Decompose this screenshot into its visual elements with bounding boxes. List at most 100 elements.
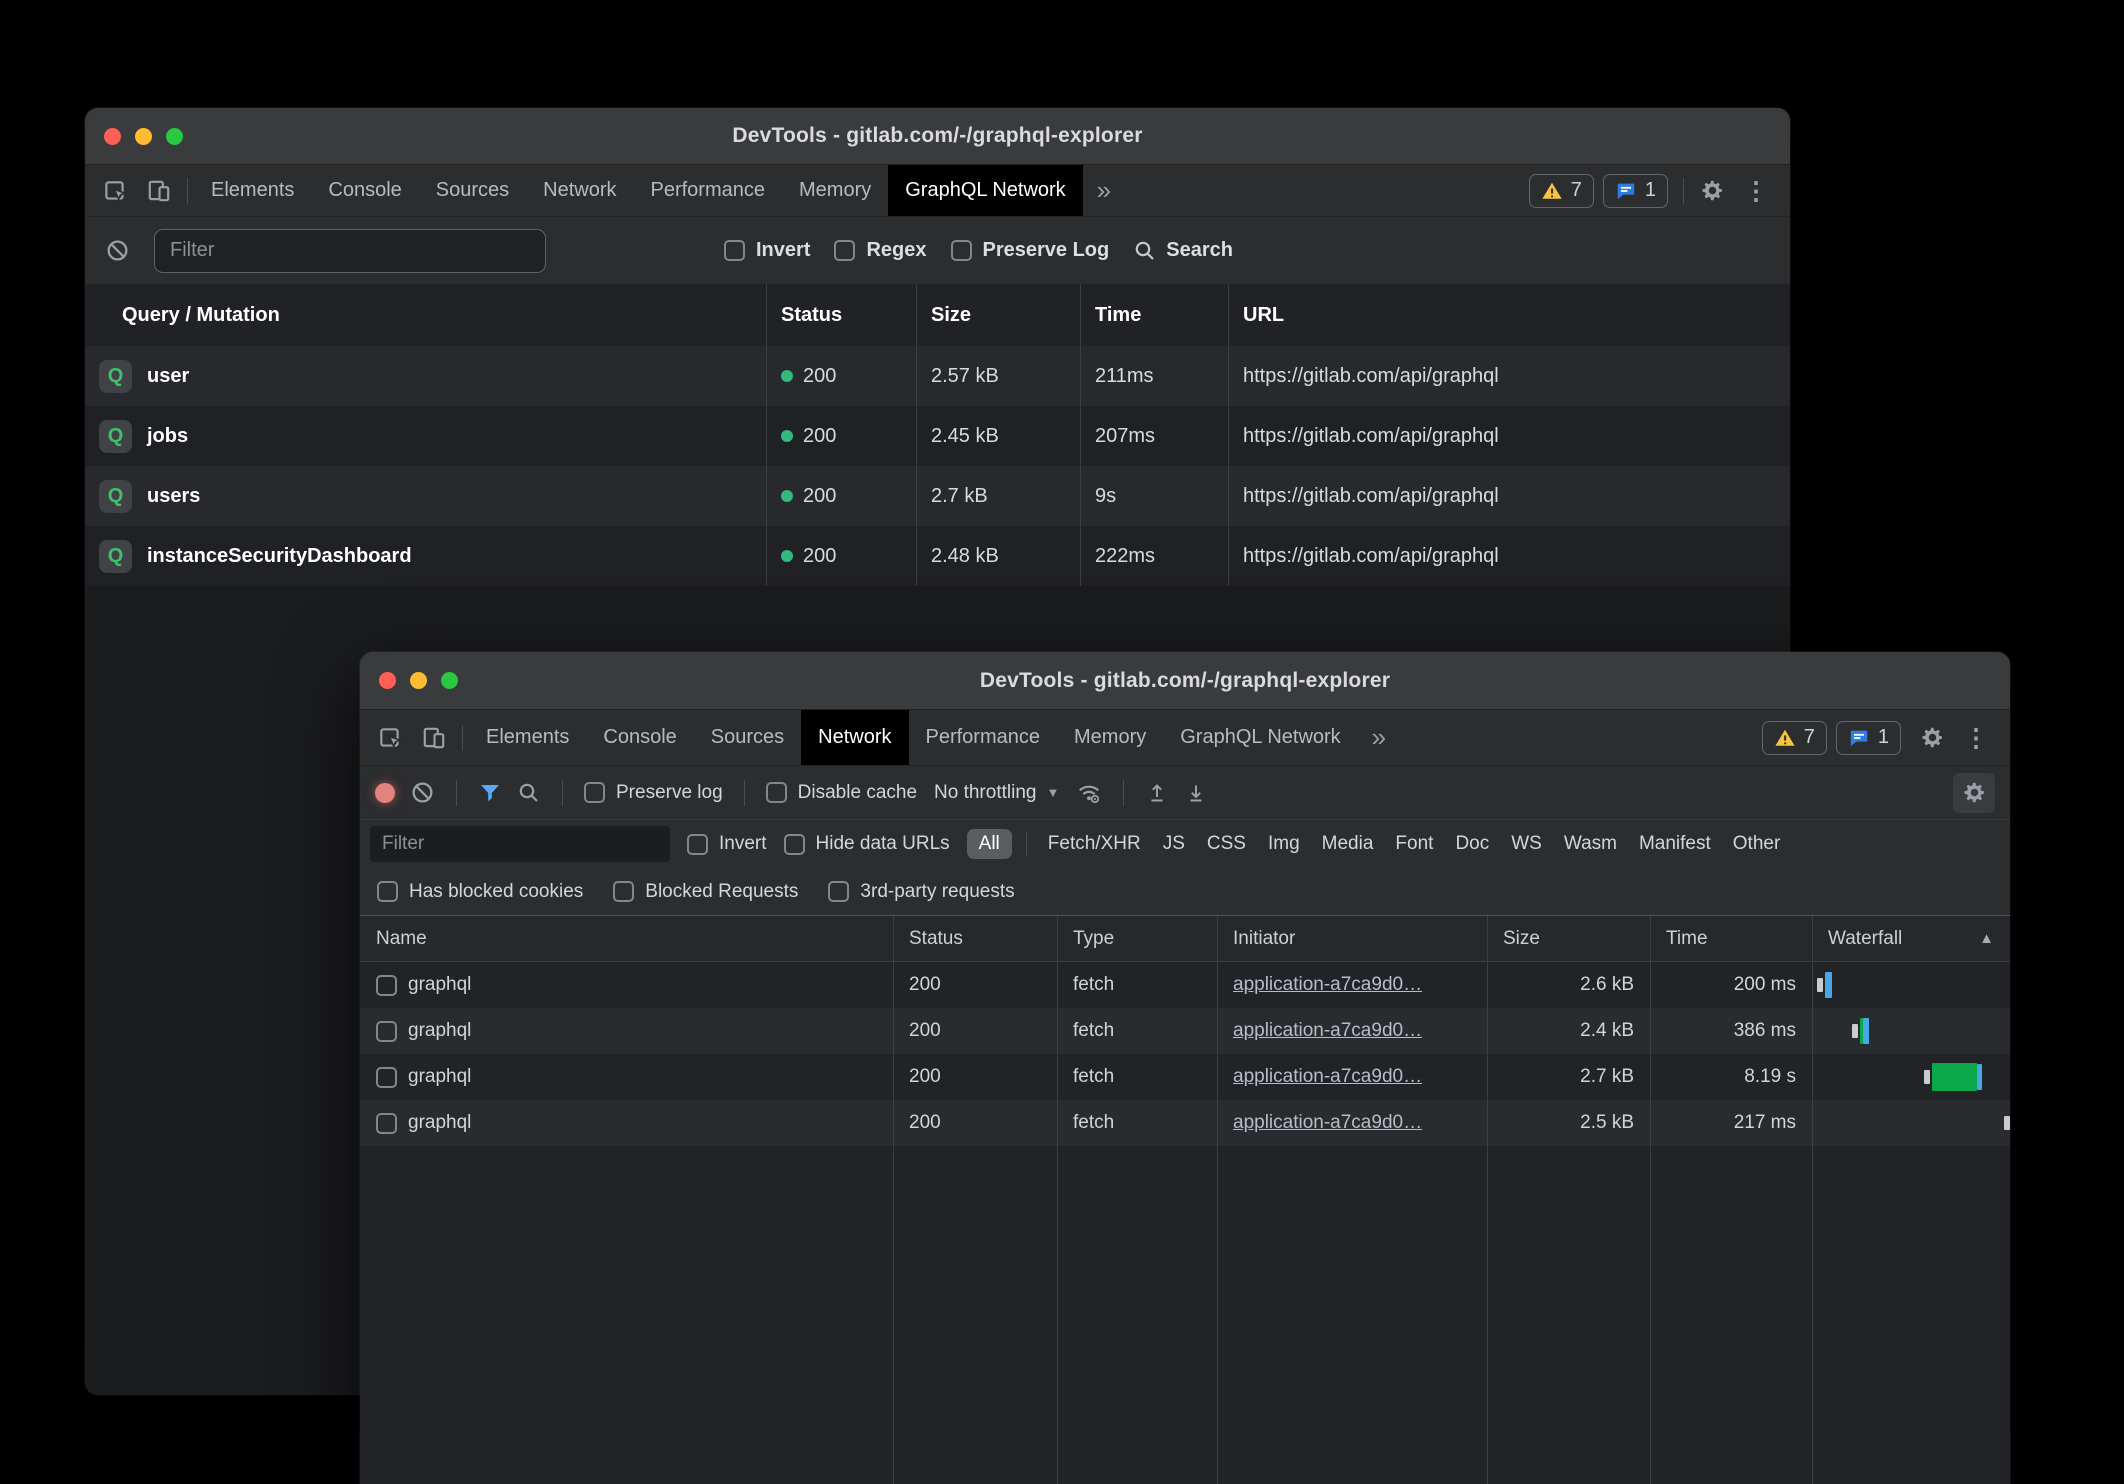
kebab-menu-icon[interactable]: ⋮ bbox=[1734, 165, 1778, 216]
network-settings-gear-icon[interactable] bbox=[1953, 773, 1995, 813]
record-button[interactable] bbox=[375, 783, 395, 803]
divider bbox=[456, 780, 457, 806]
warnings-badge[interactable]: 7 bbox=[1529, 174, 1594, 208]
tab-sources[interactable]: Sources bbox=[694, 710, 801, 765]
minimize-window-button[interactable] bbox=[410, 672, 427, 689]
chip-wasm[interactable]: Wasm bbox=[1557, 829, 1624, 859]
network-request-row[interactable]: graphql 200 fetch application-a7ca9d0… 2… bbox=[360, 1054, 2010, 1100]
network-request-row[interactable]: graphql 200 fetch application-a7ca9d0… 2… bbox=[360, 962, 2010, 1008]
column-type[interactable]: Type bbox=[1057, 916, 1217, 961]
inspect-element-icon[interactable] bbox=[93, 165, 137, 216]
column-name[interactable]: Name bbox=[360, 916, 893, 961]
zoom-window-button[interactable] bbox=[441, 672, 458, 689]
tab-performance[interactable]: Performance bbox=[634, 165, 783, 216]
tab-graphql-network[interactable]: GraphQL Network bbox=[1163, 710, 1357, 765]
titlebar[interactable]: DevTools - gitlab.com/-/graphql-explorer bbox=[360, 652, 2010, 710]
more-tabs-icon[interactable]: » bbox=[1083, 165, 1125, 216]
zoom-window-button[interactable] bbox=[166, 128, 183, 145]
filter-input[interactable] bbox=[370, 826, 670, 862]
request-name: graphql bbox=[408, 1066, 471, 1088]
chip-font[interactable]: Font bbox=[1388, 829, 1440, 859]
titlebar[interactable]: DevTools - gitlab.com/-/graphql-explorer bbox=[85, 108, 1790, 165]
kebab-menu-icon[interactable]: ⋮ bbox=[1954, 710, 1998, 765]
issues-badge[interactable]: 1 bbox=[1836, 721, 1901, 755]
query-row[interactable]: QinstanceSecurityDashboard 200 2.48 kB 2… bbox=[85, 526, 1790, 586]
initiator-link[interactable]: application-a7ca9d0… bbox=[1233, 974, 1422, 996]
tab-graphql-network[interactable]: GraphQL Network bbox=[888, 165, 1082, 216]
column-query-mutation[interactable]: Query / Mutation bbox=[85, 284, 766, 346]
tab-console[interactable]: Console bbox=[311, 165, 418, 216]
column-status[interactable]: Status bbox=[893, 916, 1057, 961]
preserve-log-checkbox: Preserve Log bbox=[951, 239, 1110, 262]
clear-icon[interactable] bbox=[410, 780, 435, 805]
query-row[interactable]: Qjobs 200 2.45 kB 207ms https://gitlab.c… bbox=[85, 406, 1790, 466]
throttling-dropdown[interactable]: No throttling ▼ bbox=[932, 782, 1061, 804]
chip-all[interactable]: All bbox=[967, 829, 1012, 859]
request-checkbox[interactable] bbox=[376, 1021, 397, 1042]
tab-memory[interactable]: Memory bbox=[782, 165, 888, 216]
tab-elements[interactable]: Elements bbox=[469, 710, 586, 765]
request-checkbox[interactable] bbox=[376, 1113, 397, 1134]
search-control[interactable]: Search bbox=[1133, 239, 1233, 263]
regex-checkbox: Regex bbox=[834, 239, 926, 262]
more-tabs-icon[interactable]: » bbox=[1358, 710, 1400, 765]
chip-doc[interactable]: Doc bbox=[1448, 829, 1496, 859]
initiator-link[interactable]: application-a7ca9d0… bbox=[1233, 1020, 1422, 1042]
invert-checkbox: Invert bbox=[687, 833, 767, 855]
tab-performance[interactable]: Performance bbox=[909, 710, 1058, 765]
issues-badge[interactable]: 1 bbox=[1603, 174, 1668, 208]
column-time[interactable]: Time bbox=[1080, 284, 1228, 346]
divider bbox=[1123, 780, 1124, 806]
filter-funnel-icon[interactable] bbox=[478, 781, 502, 805]
tab-elements[interactable]: Elements bbox=[194, 165, 311, 216]
warnings-badge[interactable]: 7 bbox=[1762, 721, 1827, 755]
query-row[interactable]: Quser 200 2.57 kB 211ms https://gitlab.c… bbox=[85, 346, 1790, 406]
chip-media[interactable]: Media bbox=[1315, 829, 1381, 859]
chip-manifest[interactable]: Manifest bbox=[1632, 829, 1718, 859]
clear-icon[interactable] bbox=[105, 238, 130, 263]
request-checkbox[interactable] bbox=[376, 975, 397, 996]
initiator-link[interactable]: application-a7ca9d0… bbox=[1233, 1066, 1422, 1088]
network-request-row[interactable]: graphql 200 fetch application-a7ca9d0… 2… bbox=[360, 1008, 2010, 1054]
column-url[interactable]: URL bbox=[1228, 284, 1790, 346]
chip-img[interactable]: Img bbox=[1261, 829, 1307, 859]
network-request-row[interactable]: graphql 200 fetch application-a7ca9d0… 2… bbox=[360, 1100, 2010, 1146]
tab-console[interactable]: Console bbox=[586, 710, 693, 765]
inspect-element-icon[interactable] bbox=[368, 710, 412, 765]
initiator-link[interactable]: application-a7ca9d0… bbox=[1233, 1112, 1422, 1134]
chip-fetch-xhr[interactable]: Fetch/XHR bbox=[1041, 829, 1148, 859]
import-har-icon[interactable] bbox=[1145, 781, 1169, 805]
devtools-tabbar: Elements Console Sources Network Perform… bbox=[360, 710, 2010, 766]
settings-gear-icon[interactable] bbox=[1910, 710, 1954, 765]
search-icon[interactable] bbox=[517, 781, 541, 805]
chip-css[interactable]: CSS bbox=[1200, 829, 1253, 859]
chip-other[interactable]: Other bbox=[1726, 829, 1788, 859]
device-toolbar-icon[interactable] bbox=[137, 165, 181, 216]
device-toolbar-icon[interactable] bbox=[412, 710, 456, 765]
close-window-button[interactable] bbox=[379, 672, 396, 689]
chip-ws[interactable]: WS bbox=[1504, 829, 1549, 859]
invert-checkbox: Invert bbox=[724, 239, 810, 262]
tab-sources[interactable]: Sources bbox=[419, 165, 526, 216]
tab-memory[interactable]: Memory bbox=[1057, 710, 1163, 765]
filter-input[interactable] bbox=[154, 229, 546, 273]
close-window-button[interactable] bbox=[104, 128, 121, 145]
column-time[interactable]: Time bbox=[1650, 916, 1812, 961]
column-status[interactable]: Status bbox=[766, 284, 916, 346]
request-checkbox[interactable] bbox=[376, 1067, 397, 1088]
column-waterfall[interactable]: Waterfall ▲ bbox=[1812, 916, 2010, 961]
query-row[interactable]: Qusers 200 2.7 kB 9s https://gitlab.com/… bbox=[85, 466, 1790, 526]
window-title: DevTools - gitlab.com/-/graphql-explorer bbox=[360, 669, 2010, 693]
column-size[interactable]: Size bbox=[1487, 916, 1650, 961]
tab-network[interactable]: Network bbox=[526, 165, 633, 216]
tab-network[interactable]: Network bbox=[801, 710, 908, 765]
network-conditions-icon[interactable] bbox=[1076, 780, 1102, 806]
minimize-window-button[interactable] bbox=[135, 128, 152, 145]
export-har-icon[interactable] bbox=[1184, 781, 1208, 805]
chip-js[interactable]: JS bbox=[1156, 829, 1192, 859]
column-initiator[interactable]: Initiator bbox=[1217, 916, 1487, 961]
caret-down-icon: ▼ bbox=[1046, 785, 1059, 800]
settings-gear-icon[interactable] bbox=[1690, 165, 1734, 216]
waterfall-bar bbox=[2004, 1116, 2010, 1130]
column-size[interactable]: Size bbox=[916, 284, 1080, 346]
